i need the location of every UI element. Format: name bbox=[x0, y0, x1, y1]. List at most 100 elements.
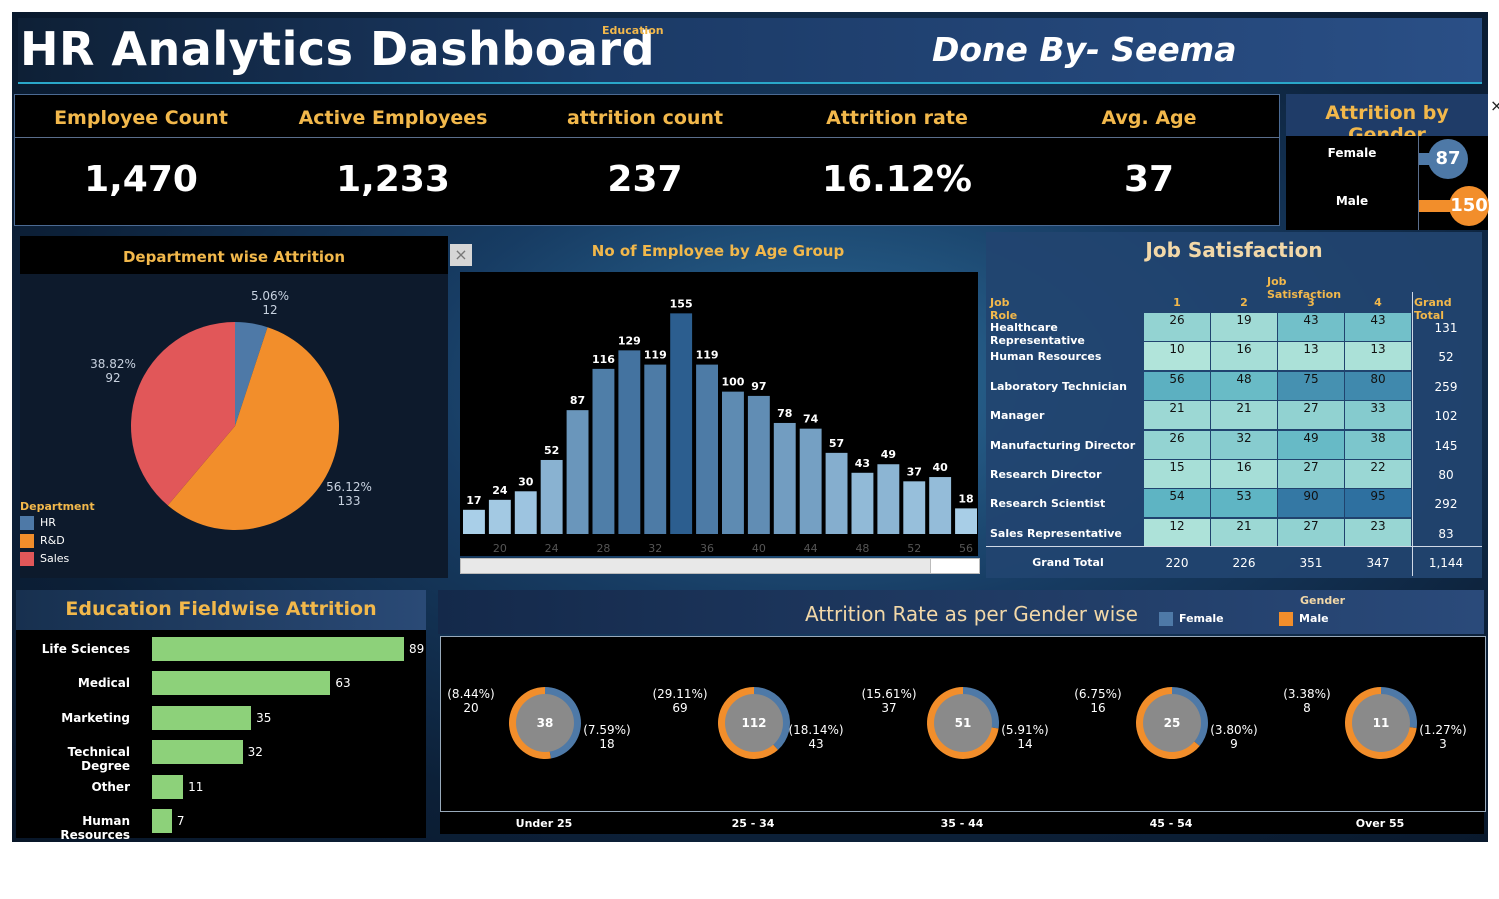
age-bar[interactable] bbox=[592, 368, 615, 534]
panel-title: No of Employee by Age Group bbox=[591, 242, 845, 260]
heat-cell[interactable]: 53 bbox=[1211, 489, 1277, 518]
pie-legend: Department HR R&D Sales bbox=[20, 500, 95, 566]
education-value: 35 bbox=[256, 710, 272, 725]
heat-cell[interactable]: 27 bbox=[1278, 401, 1344, 430]
row-total: 80 bbox=[1438, 468, 1454, 482]
heat-cell[interactable]: 19 bbox=[1211, 313, 1277, 341]
heat-cell[interactable]: 27 bbox=[1278, 460, 1344, 488]
female-attrition-pct: (5.91%) bbox=[1001, 723, 1049, 737]
heat-cell[interactable]: 38 bbox=[1345, 430, 1411, 459]
heat-cell[interactable]: 27 bbox=[1278, 518, 1344, 547]
female-attrition-label: (7.59%) 18 bbox=[577, 723, 637, 751]
age-bar[interactable] bbox=[773, 422, 796, 534]
heat-cell[interactable]: 22 bbox=[1345, 460, 1411, 488]
education-bar[interactable] bbox=[152, 705, 252, 730]
heat-cell[interactable]: 21 bbox=[1211, 518, 1277, 547]
grand-total-header: Grand Total bbox=[1414, 296, 1452, 322]
job-role-label: Human Resources bbox=[990, 350, 1102, 364]
heat-cell[interactable]: 56 bbox=[1144, 371, 1210, 400]
age-bar[interactable] bbox=[851, 472, 874, 534]
age-bar[interactable] bbox=[463, 509, 485, 534]
male-attrition-label: (29.11%) 69 bbox=[650, 687, 710, 715]
heat-cell[interactable]: 54 bbox=[1144, 489, 1210, 518]
age-bar[interactable] bbox=[747, 395, 770, 534]
table-divider bbox=[1412, 292, 1413, 576]
close-icon[interactable]: × bbox=[450, 244, 472, 266]
kpi-value: 16.12% bbox=[822, 159, 972, 200]
age-bar-label: 129 bbox=[618, 334, 641, 347]
education-bar[interactable] bbox=[152, 740, 243, 765]
age-bar[interactable] bbox=[696, 364, 718, 534]
heat-cell[interactable]: 12 bbox=[1144, 518, 1210, 547]
heat-cell[interactable]: 26 bbox=[1144, 430, 1210, 459]
heat-cell[interactable]: 90 bbox=[1278, 489, 1344, 518]
heat-cell[interactable]: 23 bbox=[1345, 518, 1411, 547]
heat-cell[interactable]: 21 bbox=[1144, 401, 1210, 430]
close-icon[interactable]: × bbox=[1490, 96, 1499, 115]
heat-cell[interactable]: 49 bbox=[1278, 430, 1344, 459]
gender-donut[interactable]: 11 bbox=[1341, 683, 1421, 763]
legend-swatch bbox=[20, 516, 34, 530]
education-bar[interactable] bbox=[152, 774, 184, 799]
heat-cell[interactable]: 16 bbox=[1211, 460, 1277, 488]
age-tick-label: 56 bbox=[959, 542, 973, 555]
age-bar[interactable] bbox=[877, 464, 900, 534]
education-bar[interactable] bbox=[152, 637, 404, 661]
heat-cell[interactable]: 21 bbox=[1211, 401, 1277, 430]
age-bar[interactable] bbox=[670, 313, 693, 534]
age-bar[interactable] bbox=[566, 410, 589, 534]
education-bar[interactable] bbox=[152, 809, 172, 833]
heat-cell[interactable]: 75 bbox=[1278, 371, 1344, 400]
heat-cell[interactable]: 13 bbox=[1345, 342, 1411, 371]
legend-item-sales[interactable]: Sales bbox=[20, 552, 95, 566]
legend-item-hr[interactable]: HR bbox=[20, 516, 95, 530]
age-bar-label: 18 bbox=[958, 492, 973, 505]
age-bar-chart[interactable]: 1724305287116129119155119100 9778 74574349… bbox=[460, 272, 978, 556]
gender-donut[interactable]: 38 bbox=[505, 683, 585, 763]
legend-item-female[interactable]: Female bbox=[1159, 612, 1224, 626]
horizontal-scrollbar[interactable] bbox=[460, 558, 980, 574]
column-header: 4 bbox=[1374, 296, 1382, 309]
legend-item-rnd[interactable]: R&D bbox=[20, 534, 95, 548]
gender-donut[interactable]: 51 bbox=[923, 683, 1003, 763]
donut-total: 11 bbox=[1373, 716, 1390, 730]
age-tick-label: 36 bbox=[700, 542, 714, 555]
gender-donut[interactable]: 25 bbox=[1132, 683, 1212, 763]
female-attrition-label: (1.27%) 3 bbox=[1413, 723, 1473, 751]
age-bar[interactable] bbox=[825, 452, 848, 534]
heat-cell[interactable]: 33 bbox=[1345, 401, 1411, 430]
heat-cell[interactable]: 48 bbox=[1211, 371, 1277, 400]
education-bar[interactable] bbox=[152, 671, 331, 696]
male-attrition-pct: (29.11%) bbox=[652, 687, 708, 701]
filter-tag[interactable]: Education bbox=[602, 24, 664, 37]
female-attrition-pct: (1.27%) bbox=[1419, 723, 1467, 737]
age-bar[interactable] bbox=[722, 391, 744, 534]
heat-cell[interactable]: 15 bbox=[1144, 460, 1210, 488]
heat-cell[interactable]: 16 bbox=[1211, 342, 1277, 371]
age-bar[interactable] bbox=[644, 364, 667, 534]
age-bar[interactable] bbox=[955, 508, 977, 534]
heat-cell[interactable]: 26 bbox=[1144, 313, 1210, 341]
heat-cell[interactable]: 32 bbox=[1211, 430, 1277, 459]
heat-cell[interactable]: 43 bbox=[1345, 313, 1411, 341]
age-bar[interactable] bbox=[618, 350, 641, 534]
education-label: Technical Degree bbox=[67, 745, 130, 774]
legend-item-male[interactable]: Male bbox=[1279, 612, 1329, 626]
scrollbar-thumb[interactable] bbox=[930, 559, 979, 573]
heat-cell[interactable]: 95 bbox=[1345, 489, 1411, 518]
legend-swatch bbox=[1279, 612, 1293, 626]
age-bar[interactable] bbox=[929, 477, 952, 534]
heat-cell[interactable]: 80 bbox=[1345, 371, 1411, 400]
education-label: Life Sciences bbox=[41, 642, 130, 656]
heat-cell[interactable]: 10 bbox=[1144, 342, 1210, 371]
age-bar-label: 100 bbox=[721, 376, 744, 389]
age-bar[interactable] bbox=[540, 459, 563, 534]
age-bar[interactable] bbox=[799, 428, 822, 534]
age-bar[interactable] bbox=[488, 499, 511, 534]
age-bar[interactable] bbox=[514, 491, 537, 534]
heat-cell[interactable]: 43 bbox=[1278, 313, 1344, 341]
heat-cell[interactable]: 13 bbox=[1278, 342, 1344, 371]
age-bar[interactable] bbox=[903, 481, 926, 534]
gender-donut[interactable]: 112 bbox=[714, 683, 794, 763]
column-total: 226 bbox=[1232, 556, 1256, 571]
